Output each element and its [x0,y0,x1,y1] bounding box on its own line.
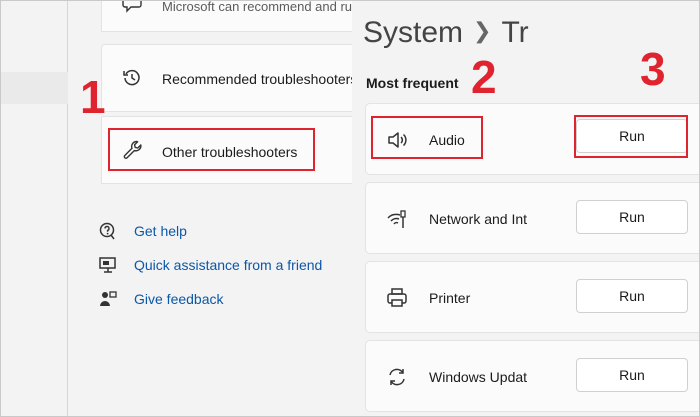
chevron-right-icon: ❯ [473,18,492,43]
highlight-box-audio [371,116,483,159]
recommended-label: Recommended troubleshooters [162,71,352,87]
chat-bubble-icon [122,0,142,14]
run-button-network[interactable]: Run [576,200,688,234]
network-icon [386,208,408,230]
nav-item-selected[interactable] [0,72,68,104]
give-feedback-link[interactable]: Give feedback [98,288,224,310]
printer-icon [386,287,408,309]
feedback-icon [98,289,118,309]
help-icon [98,221,118,241]
quick-assistance-link[interactable]: Quick assistance from a friend [98,254,322,276]
remote-desktop-icon [98,255,118,275]
printer-label: Printer [429,290,471,306]
give-feedback-label: Give feedback [134,291,224,307]
get-help-label: Get help [134,223,187,239]
network-label: Network and Internet [429,211,527,227]
run-button-windows-update[interactable]: Run [576,358,688,392]
quick-assistance-label: Quick assistance from a friend [134,257,323,273]
section-title: Most frequent [366,75,459,91]
breadcrumb-system[interactable]: System [363,16,463,49]
run-button-printer[interactable]: Run [576,279,688,313]
breadcrumb: System ❯ Tr [363,16,529,52]
highlight-box-other [108,128,315,171]
step-number-3: 3 [640,43,666,95]
step-number-2: 2 [471,51,497,103]
history-icon [122,68,142,88]
refresh-icon [386,366,408,388]
top-card-text: Microsoft can recommend and run [162,0,352,14]
breadcrumb-troubleshoot: Tr [501,16,529,49]
step-number-1: 1 [80,71,106,123]
highlight-box-run [574,115,688,158]
nav-strip [0,0,68,417]
card-top-partial[interactable]: Microsoft can recommend and run [101,0,352,32]
card-recommended-troubleshooters[interactable]: Recommended troubleshooters [101,44,352,112]
get-help-link[interactable]: Get help [98,220,187,242]
windows-update-label: Windows Update [429,369,527,385]
